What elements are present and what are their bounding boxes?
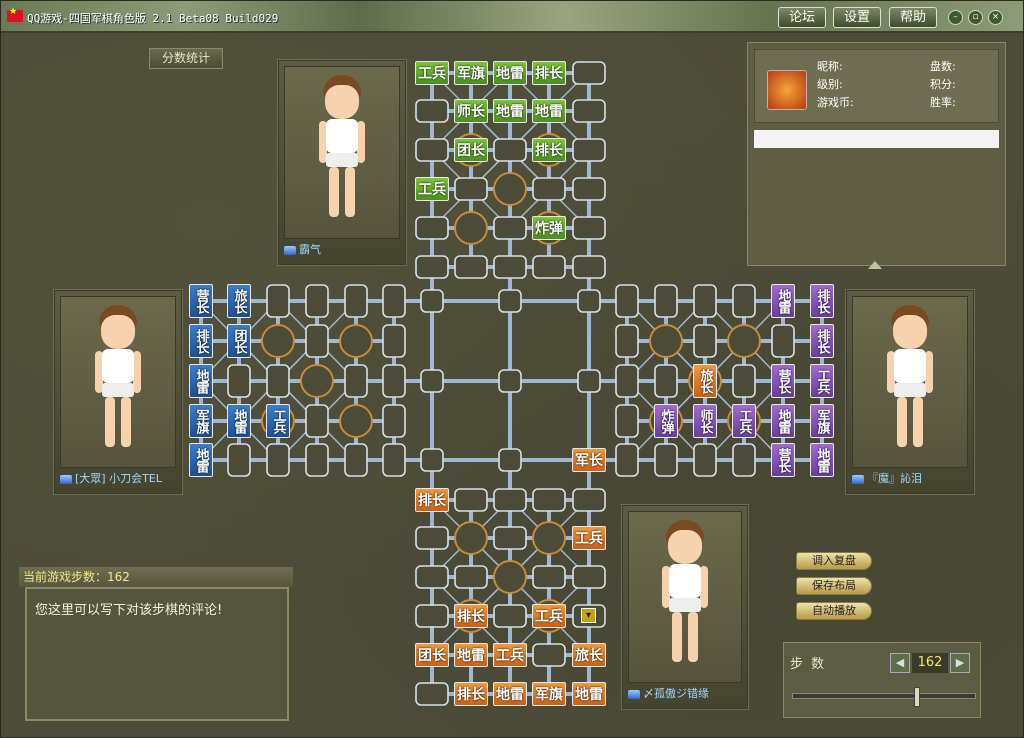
piece-blue[interactable]: 地雷 <box>189 364 213 398</box>
move-comment-input[interactable]: 您这里可以写下对该步棋的评论! <box>25 587 289 721</box>
piece-blue[interactable]: 排长 <box>189 324 213 358</box>
piece-blue[interactable]: 营长 <box>189 284 213 318</box>
piece-orange[interactable]: 地雷 <box>493 682 527 706</box>
piece-purple[interactable]: 炸弹 <box>654 404 678 438</box>
piece-orange[interactable]: 排长 <box>454 604 488 628</box>
piece-green[interactable]: 军旗 <box>454 61 488 85</box>
step-label: 步数 <box>790 657 833 672</box>
piece-purple[interactable]: 师长 <box>693 404 717 438</box>
piece-green[interactable]: 排长 <box>532 138 566 162</box>
piece-orange[interactable]: 工兵 <box>493 643 527 667</box>
piece-purple[interactable]: 地雷 <box>810 443 834 477</box>
piece-purple[interactable]: 营长 <box>771 364 795 398</box>
autoplay-button[interactable]: 自动播放 <box>796 602 872 620</box>
move-count-label: 当前游戏步数：162 <box>19 567 293 587</box>
game-window: QQ游戏-四国军棋角色版 2.1 Beta08 Build029 论坛 设置 帮… <box>0 0 1024 738</box>
piece-purple[interactable]: 营长 <box>771 443 795 477</box>
piece-green[interactable]: 地雷 <box>532 99 566 123</box>
piece-blue[interactable]: 团长 <box>227 324 251 358</box>
save-layout-button[interactable]: 保存布局 <box>796 577 872 595</box>
piece-green[interactable]: 团长 <box>454 138 488 162</box>
piece-green[interactable]: 排长 <box>532 61 566 85</box>
step-slider-thumb[interactable] <box>914 687 921 707</box>
piece-blue[interactable]: 地雷 <box>189 443 213 477</box>
piece-orange[interactable]: 旅长 <box>693 364 717 398</box>
piece-purple[interactable]: 军旗 <box>810 404 834 438</box>
piece-purple[interactable]: 工兵 <box>732 404 756 438</box>
step-value: 162 <box>912 653 948 673</box>
piece-blue[interactable]: 旅长 <box>227 284 251 318</box>
piece-purple[interactable]: 地雷 <box>771 404 795 438</box>
piece-purple[interactable]: 排长 <box>810 284 834 318</box>
piece-orange[interactable]: 地雷 <box>572 682 606 706</box>
piece-orange[interactable]: 军旗 <box>532 682 566 706</box>
piece-blue[interactable]: 军旗 <box>189 404 213 438</box>
piece-blue[interactable]: 工兵 <box>266 404 290 438</box>
piece-green[interactable]: 地雷 <box>493 61 527 85</box>
piece-orange[interactable]: 旅长 <box>572 643 606 667</box>
piece-orange[interactable]: 地雷 <box>454 643 488 667</box>
piece-green[interactable]: 工兵 <box>415 61 449 85</box>
step-slider-track[interactable] <box>792 693 976 699</box>
piece-green[interactable]: 地雷 <box>493 99 527 123</box>
piece-green[interactable]: 师长 <box>454 99 488 123</box>
step-prev-button[interactable]: ◀ <box>890 653 910 673</box>
piece-orange[interactable]: 工兵 <box>532 604 566 628</box>
piece-purple[interactable]: 排长 <box>810 324 834 358</box>
piece-orange[interactable]: 排长 <box>454 682 488 706</box>
piece-purple[interactable]: 工兵 <box>810 364 834 398</box>
step-panel: 步数 ◀ 162 ▶ <box>783 642 981 718</box>
step-next-button[interactable]: ▶ <box>950 653 970 673</box>
piece-blue[interactable]: 地雷 <box>227 404 251 438</box>
load-replay-button[interactable]: 调入复盘 <box>796 552 872 570</box>
piece-orange[interactable]: 团长 <box>415 643 449 667</box>
piece-orange[interactable]: 军长 <box>572 448 606 472</box>
piece-orange[interactable]: 工兵 <box>572 526 606 550</box>
piece-green[interactable]: 工兵 <box>415 177 449 201</box>
last-move-marker-icon: ▾ <box>581 608 596 623</box>
piece-orange[interactable]: 排长 <box>415 488 449 512</box>
piece-purple[interactable]: 地雷 <box>771 284 795 318</box>
piece-green[interactable]: 炸弹 <box>532 216 566 240</box>
